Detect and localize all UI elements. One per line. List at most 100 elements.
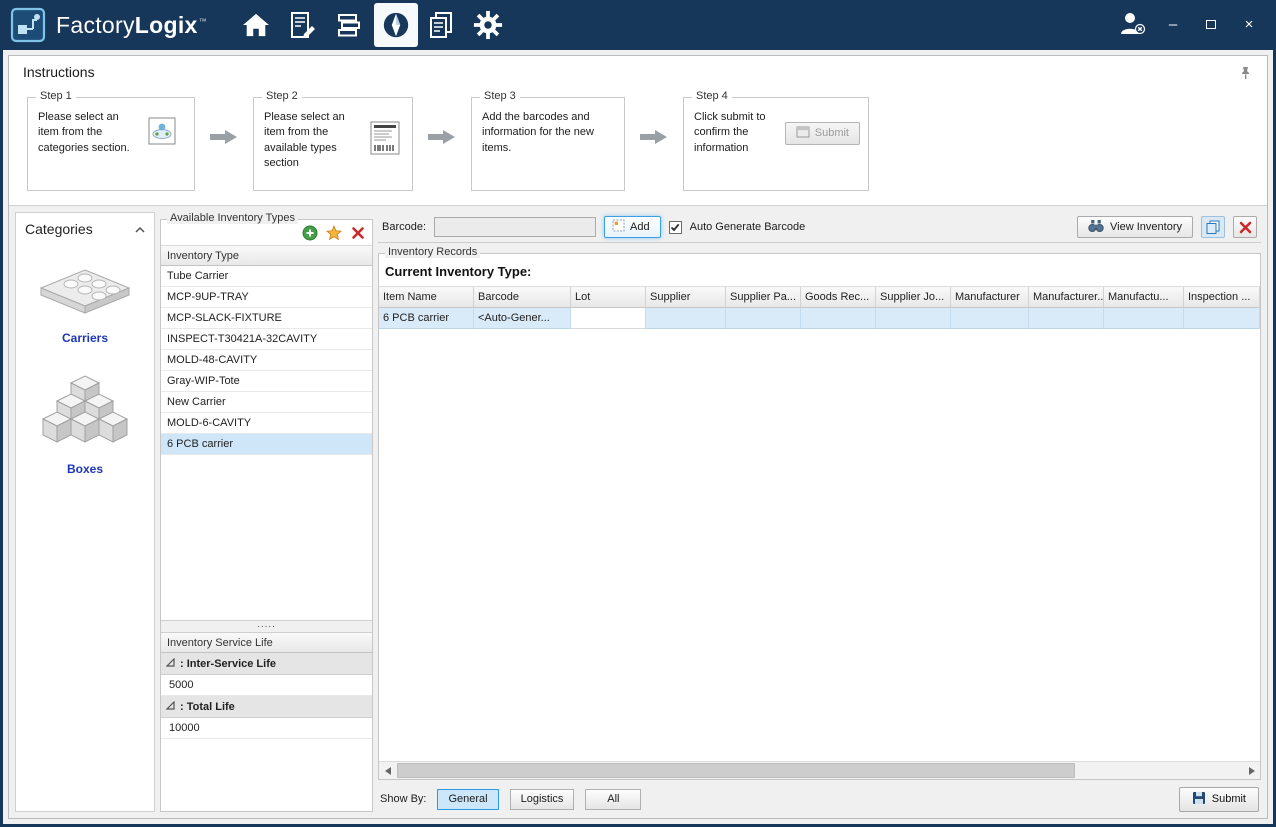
- step-1-label: Step 1: [36, 90, 76, 102]
- service-life-grid: Inventory Service Life : Inter-Service L…: [161, 633, 372, 811]
- category-item-boxes[interactable]: Boxes: [16, 371, 154, 476]
- category-carriers-label: Carriers: [62, 331, 108, 345]
- barcode-input[interactable]: [434, 217, 596, 237]
- column-header-manufacturer[interactable]: Manufacturer: [951, 287, 1029, 308]
- view-inventory-label: View Inventory: [1110, 221, 1182, 233]
- service-life-group-total-label: : Total Life: [180, 701, 235, 713]
- app-window: FactoryLogix™: [0, 0, 1276, 827]
- total-life-value[interactable]: 10000: [161, 718, 372, 739]
- step-submit-button[interactable]: Submit: [785, 122, 860, 145]
- instructions-panel: Instructions Step 1 Please select an ite…: [9, 56, 1267, 206]
- column-header-goods-received[interactable]: Goods Rec...: [801, 287, 876, 308]
- record-cell-manufactu[interactable]: [1104, 308, 1184, 329]
- column-header-supplier-part[interactable]: Supplier Pa...: [726, 287, 801, 308]
- inventory-type-row[interactable]: Gray-WIP-Tote: [161, 371, 372, 392]
- barcode-label-thumbnail-icon: [370, 121, 400, 160]
- splitter-handle[interactable]: .....: [161, 620, 372, 633]
- compass-navigator-icon[interactable]: [374, 3, 418, 47]
- inventory-records-groupbox: Inventory Records Current Inventory Type…: [378, 253, 1261, 780]
- inter-service-life-value[interactable]: 5000: [161, 675, 372, 696]
- column-header-manufactu[interactable]: Manufactu...: [1104, 287, 1184, 308]
- record-cell-manufacturer-2[interactable]: [1029, 308, 1104, 329]
- pin-icon[interactable]: [1240, 66, 1251, 85]
- record-cell-inspection[interactable]: [1184, 308, 1260, 329]
- record-cell-supplier-part[interactable]: [726, 308, 801, 329]
- record-cell-goods-received[interactable]: [801, 308, 876, 329]
- show-by-all-button[interactable]: All: [585, 789, 641, 810]
- auto-generate-label[interactable]: Auto Generate Barcode: [690, 221, 806, 233]
- documents-icon[interactable]: [418, 0, 465, 50]
- record-cell-item-name[interactable]: 6 PCB carrier: [379, 308, 474, 329]
- show-by-logistics-button[interactable]: Logistics: [510, 789, 575, 810]
- binoculars-icon: [1088, 219, 1104, 235]
- inventory-type-column-header[interactable]: Inventory Type: [161, 246, 372, 266]
- record-cell-lot[interactable]: [571, 308, 646, 329]
- minimize-button[interactable]: –: [1162, 0, 1184, 50]
- column-header-barcode[interactable]: Barcode: [474, 287, 571, 308]
- inventory-type-row[interactable]: MOLD-6-CAVITY: [161, 413, 372, 434]
- home-icon[interactable]: [233, 0, 280, 50]
- step-submit-label: Submit: [815, 127, 849, 139]
- category-item-carriers[interactable]: Carriers: [16, 268, 154, 345]
- inventory-type-row[interactable]: MOLD-48-CAVITY: [161, 350, 372, 371]
- submit-label: Submit: [1212, 793, 1246, 805]
- arrow-right-icon: [210, 129, 238, 150]
- inventory-type-row-selected[interactable]: 6 PCB carrier: [161, 434, 372, 455]
- step-3-box: Step 3 Add the barcodes and information …: [471, 97, 625, 191]
- scroll-right-button[interactable]: [1243, 762, 1260, 779]
- close-button[interactable]: ×: [1238, 0, 1260, 50]
- step-3-text: Add the barcodes and information for the…: [482, 110, 610, 156]
- edit-inventory-type-button[interactable]: [324, 223, 344, 243]
- column-header-item-name[interactable]: Item Name: [379, 287, 474, 308]
- column-header-lot[interactable]: Lot: [571, 287, 646, 308]
- records-empty-area: [379, 329, 1260, 761]
- inventory-type-row[interactable]: MCP-SLACK-FIXTURE: [161, 308, 372, 329]
- step-4-text: Click submit to confirm the information: [694, 110, 777, 156]
- show-by-general-button[interactable]: General: [437, 789, 498, 810]
- column-header-supplier-job[interactable]: Supplier Jo...: [876, 287, 951, 308]
- add-record-button[interactable]: Add: [604, 216, 661, 238]
- step-1-text: Please select an item from the categorie…: [38, 110, 140, 156]
- copy-records-button[interactable]: [1201, 216, 1225, 238]
- service-life-group-total[interactable]: : Total Life: [161, 696, 372, 718]
- step-3-label: Step 3: [480, 90, 520, 102]
- add-inventory-type-button[interactable]: [300, 223, 320, 243]
- service-life-header[interactable]: Inventory Service Life: [161, 633, 372, 653]
- categories-thumbnail-icon: [148, 117, 176, 150]
- category-boxes-label: Boxes: [67, 462, 103, 476]
- record-cell-manufacturer[interactable]: [951, 308, 1029, 329]
- worksheet-edit-icon[interactable]: [280, 0, 327, 50]
- group-expand-icon: [166, 701, 175, 713]
- auto-generate-checkbox[interactable]: [669, 221, 682, 234]
- clear-records-button[interactable]: [1233, 216, 1257, 238]
- service-life-group-inter[interactable]: : Inter-Service Life: [161, 653, 372, 675]
- red-x-icon: [1239, 221, 1252, 234]
- inventory-types-grid: Inventory Type Tube Carrier MCP-9UP-TRAY…: [161, 246, 372, 620]
- record-cell-supplier[interactable]: [646, 308, 726, 329]
- collapse-chevron-icon[interactable]: [135, 220, 145, 238]
- categories-title: Categories: [25, 221, 93, 237]
- record-cell-barcode[interactable]: <Auto-Gener...: [474, 308, 571, 329]
- titlebar-controls: – ×: [1118, 0, 1266, 50]
- column-header-manufacturer-2[interactable]: Manufacturer...: [1029, 287, 1104, 308]
- inventory-type-row[interactable]: INSPECT-T30421A-32CAVITY: [161, 329, 372, 350]
- column-header-supplier[interactable]: Supplier: [646, 287, 726, 308]
- inventory-type-row[interactable]: MCP-9UP-TRAY: [161, 287, 372, 308]
- delete-inventory-type-button[interactable]: [348, 223, 368, 243]
- add-item-icon: [612, 219, 625, 235]
- user-status-icon[interactable]: [1118, 10, 1146, 41]
- scroll-thumb[interactable]: [397, 763, 1075, 778]
- show-by-label: Show By:: [380, 793, 426, 805]
- record-cell-supplier-job[interactable]: [876, 308, 951, 329]
- inventory-type-row[interactable]: New Carrier: [161, 392, 372, 413]
- carrier-tray-icon: [39, 268, 131, 323]
- view-inventory-button[interactable]: View Inventory: [1077, 216, 1193, 238]
- settings-gear-icon[interactable]: [465, 0, 512, 50]
- inventory-stack-icon[interactable]: [327, 0, 374, 50]
- column-header-inspection[interactable]: Inspection ...: [1184, 287, 1260, 308]
- submit-button[interactable]: Submit: [1179, 787, 1259, 812]
- scroll-left-button[interactable]: [379, 762, 396, 779]
- inventory-type-row[interactable]: Tube Carrier: [161, 266, 372, 287]
- maximize-button[interactable]: [1200, 0, 1222, 50]
- records-column: Barcode: Add: [378, 212, 1261, 812]
